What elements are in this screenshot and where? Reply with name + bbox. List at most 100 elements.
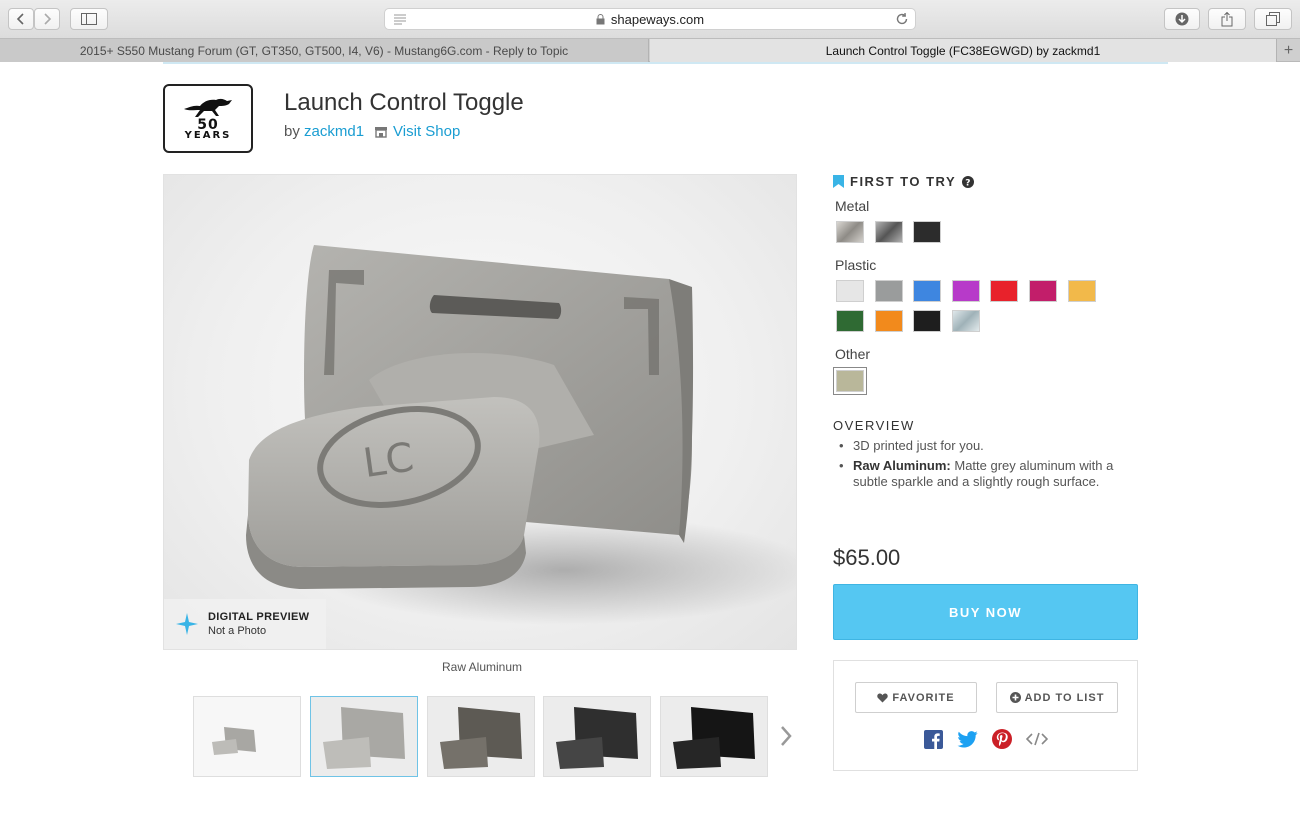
logo-text-50: 50 xyxy=(197,116,219,133)
flag-icon xyxy=(833,175,844,188)
forward-icon xyxy=(44,13,52,25)
back-button[interactable] xyxy=(8,8,34,30)
favorite-button[interactable]: FAVORITE xyxy=(855,682,977,713)
heart-icon xyxy=(877,693,889,702)
swatch-plastic-black[interactable] xyxy=(913,310,941,332)
svg-text:LC: LC xyxy=(360,434,416,487)
material-group-other-label: Other xyxy=(835,346,871,362)
visit-shop-link[interactable]: Visit Shop xyxy=(374,123,460,140)
product-render: LC xyxy=(246,245,796,625)
shop-icon xyxy=(375,126,388,138)
reader-icon[interactable] xyxy=(393,13,407,25)
swatch-metal-1[interactable] xyxy=(836,221,864,243)
tabs-button[interactable] xyxy=(1254,8,1292,30)
thumbnail-4[interactable] xyxy=(543,696,651,777)
overview-item-text: 3D printed just for you. xyxy=(853,438,984,453)
thumbnail-5[interactable] xyxy=(660,696,768,777)
overview-heading: OVERVIEW xyxy=(833,418,915,433)
swatch-plastic-pink[interactable] xyxy=(1029,280,1057,302)
tab-bar: 2015+ S550 Mustang Forum (GT, GT350, GT5… xyxy=(0,38,1300,62)
material-group-plastic-label: Plastic xyxy=(835,257,877,273)
reload-icon[interactable] xyxy=(895,12,909,26)
swatch-plastic-purple[interactable] xyxy=(952,280,980,302)
favorite-label: FAVORITE xyxy=(892,691,955,704)
badge-title: DIGITAL PREVIEW xyxy=(208,611,310,623)
actions-panel: FAVORITE ADD TO LIST xyxy=(833,660,1138,771)
thumbnail-image xyxy=(311,697,417,776)
thumbnail-1[interactable] xyxy=(193,696,301,777)
embed-button[interactable] xyxy=(1026,728,1048,750)
add-to-list-button[interactable]: ADD TO LIST xyxy=(996,682,1118,713)
overview-item: Raw Aluminum: Matte grey aluminum with a… xyxy=(839,458,1139,490)
swatch-metal-2[interactable] xyxy=(875,221,903,243)
page-top-divider xyxy=(163,62,1168,64)
by-label: by xyxy=(284,123,300,140)
download-icon xyxy=(1175,12,1189,26)
forward-button[interactable] xyxy=(34,8,60,30)
embed-icon xyxy=(1026,732,1048,746)
author-link[interactable]: zackmd1 xyxy=(304,123,364,140)
back-icon xyxy=(16,13,24,25)
image-caption: Raw Aluminum xyxy=(441,660,523,674)
share-button[interactable] xyxy=(1208,8,1246,30)
buy-now-button[interactable]: BUY NOW xyxy=(833,584,1138,640)
downloads-button[interactable] xyxy=(1164,8,1200,30)
address-bar[interactable]: shapeways.com xyxy=(384,8,916,30)
browser-toolbar: shapeways.com xyxy=(0,0,1300,38)
swatch-plastic-orange[interactable] xyxy=(875,310,903,332)
chevron-right-icon xyxy=(781,726,792,746)
swatch-metal-3[interactable] xyxy=(913,221,941,243)
swatch-plastic-red[interactable] xyxy=(990,280,1018,302)
share-pinterest[interactable] xyxy=(991,728,1013,750)
price: $65.00 xyxy=(833,545,901,570)
overview-item: 3D printed just for you. xyxy=(839,438,1139,454)
sidebar-icon xyxy=(81,13,97,25)
thumbnail-image xyxy=(544,697,650,776)
tabs-icon xyxy=(1266,12,1280,26)
lock-icon xyxy=(596,13,605,24)
plus-circle-icon xyxy=(1009,692,1021,703)
svg-text:?: ? xyxy=(965,178,972,188)
product-main-image[interactable]: LC DIGITAL PREVIEW Not a Photo xyxy=(163,174,797,650)
tab-mustang-forum[interactable]: 2015+ S550 Mustang Forum (GT, GT350, GT5… xyxy=(0,39,649,62)
share-facebook[interactable] xyxy=(922,728,944,750)
tab-label: Launch Control Toggle (FC38EGWGD) by zac… xyxy=(825,43,1101,58)
mustang-horse-logo xyxy=(184,98,232,117)
help-icon[interactable]: ? xyxy=(962,175,975,188)
sidebar-button[interactable] xyxy=(70,8,108,30)
shop-logo[interactable]: 50 YEARS xyxy=(163,84,253,153)
facebook-icon xyxy=(923,729,943,749)
badge-subtitle: Not a Photo xyxy=(208,625,267,637)
swatch-other-raw-aluminum[interactable] xyxy=(833,367,867,395)
thumbnail-image xyxy=(194,697,300,776)
thumbnail-3[interactable] xyxy=(427,696,535,777)
new-tab-button[interactable]: + xyxy=(1276,39,1300,62)
share-icon xyxy=(1221,11,1233,26)
twitter-icon xyxy=(956,730,978,747)
first-to-try-label: FIRST TO TRY xyxy=(850,174,957,189)
swatch-plastic-clear[interactable] xyxy=(952,310,980,332)
star-icon xyxy=(176,613,198,635)
url-text: shapeways.com xyxy=(610,11,705,27)
thumbnails-next-button[interactable] xyxy=(778,724,794,753)
tab-label: 2015+ S550 Mustang Forum (GT, GT350, GT5… xyxy=(79,43,569,58)
logo-text-years: YEARS xyxy=(184,129,232,141)
pinterest-icon xyxy=(992,729,1012,749)
swatch-plastic-yellow[interactable] xyxy=(1068,280,1096,302)
material-group-metal-label: Metal xyxy=(835,198,870,214)
overview-list: 3D printed just for you. Raw Aluminum: M… xyxy=(839,438,1139,494)
page-title: Launch Control Toggle xyxy=(284,89,524,116)
digital-preview-badge: DIGITAL PREVIEW Not a Photo xyxy=(164,599,326,649)
tab-launch-control-toggle[interactable]: Launch Control Toggle (FC38EGWGD) by zac… xyxy=(650,39,1276,62)
thumbnail-image xyxy=(661,697,767,776)
byline: by zackmd1 Visit Shop xyxy=(284,123,460,140)
swatch-plastic-white[interactable] xyxy=(836,280,864,302)
share-twitter[interactable] xyxy=(956,728,978,750)
add-to-list-label: ADD TO LIST xyxy=(1024,691,1105,704)
thumbnail-image xyxy=(428,697,534,776)
thumbnail-2[interactable] xyxy=(310,696,418,777)
swatch-plastic-grey[interactable] xyxy=(875,280,903,302)
swatch-plastic-green[interactable] xyxy=(836,310,864,332)
visit-shop-label: Visit Shop xyxy=(393,123,461,140)
swatch-plastic-blue[interactable] xyxy=(913,280,941,302)
